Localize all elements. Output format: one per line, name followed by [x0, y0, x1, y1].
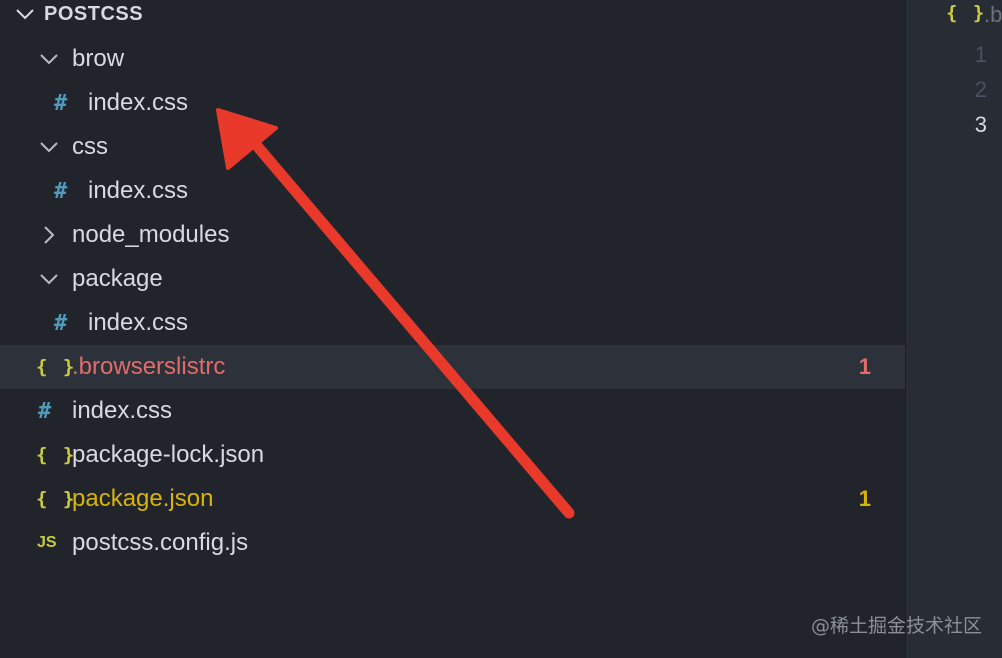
line-number: 3	[974, 112, 987, 137]
line-number: 2	[974, 77, 987, 102]
tree-item-label: postcss.config.js	[72, 529, 249, 556]
tree-item-label: .browserslistrc	[72, 353, 226, 380]
tree-file-brow-index-css[interactable]: # index.css	[0, 81, 905, 125]
tree-file-package-lock-json[interactable]: { } package-lock.json	[0, 433, 905, 477]
css-file-icon: #	[54, 178, 68, 204]
tree-file-css-index-css[interactable]: # index.css	[0, 169, 905, 213]
tree-file-package-json[interactable]: { } package.json 1	[0, 477, 905, 521]
tree-item-label: index.css	[88, 309, 189, 336]
tree-folder-brow[interactable]: brow	[0, 37, 905, 81]
chevron-down-icon	[16, 9, 34, 20]
json-file-icon: { }	[36, 444, 77, 466]
chevron-right-icon	[44, 226, 55, 244]
chevron-down-icon	[40, 274, 58, 285]
tree-item-label: package.json	[72, 485, 214, 512]
json-file-icon: { }	[36, 356, 77, 378]
tree-item-label: brow	[72, 45, 125, 72]
explorer-title: POSTCSS	[44, 3, 144, 25]
chevron-down-icon	[40, 142, 58, 153]
tree-item-label: index.css	[88, 177, 189, 204]
css-file-icon: #	[54, 90, 68, 116]
editor-pane[interactable]: { } .b 1 2 3	[905, 0, 1002, 658]
tree-item-label: index.css	[72, 397, 173, 424]
tree-item-label: index.css	[88, 89, 189, 116]
tree-file-package-index-css[interactable]: # index.css	[0, 301, 905, 345]
css-file-icon: #	[54, 310, 68, 336]
tree-item-label: package-lock.json	[72, 441, 265, 468]
tree-file-root-index-css[interactable]: # index.css	[0, 389, 905, 433]
line-number: 1	[974, 42, 987, 67]
tree-item-label: node_modules	[72, 221, 230, 248]
editor-tab-label[interactable]: .b	[984, 2, 1002, 28]
watermark: @稀土掘金技术社区	[810, 615, 982, 637]
explorer-panel: POSTCSS brow # index.css css # index.css	[0, 0, 905, 658]
problem-count-badge: 1	[858, 354, 871, 379]
explorer-section-header[interactable]: POSTCSS	[0, 0, 905, 30]
js-file-icon: JS	[37, 534, 57, 551]
json-file-icon: { }	[36, 488, 77, 510]
css-file-icon: #	[38, 398, 52, 424]
problem-count-badge: 1	[858, 486, 871, 511]
tree-folder-node-modules[interactable]: node_modules	[0, 213, 905, 257]
tree-folder-css[interactable]: css	[0, 125, 905, 169]
tree-file-postcss-config-js[interactable]: JS postcss.config.js	[0, 521, 905, 565]
tree-folder-package[interactable]: package	[0, 257, 905, 301]
chevron-down-icon	[40, 54, 58, 65]
tree-item-label: css	[72, 133, 108, 160]
tree-item-label: package	[72, 265, 163, 292]
vscode-window: POSTCSS brow # index.css css # index.css	[0, 0, 1002, 658]
json-file-icon: { }	[946, 2, 987, 24]
tree-file-browserslistrc[interactable]: { } .browserslistrc 1	[0, 345, 905, 389]
